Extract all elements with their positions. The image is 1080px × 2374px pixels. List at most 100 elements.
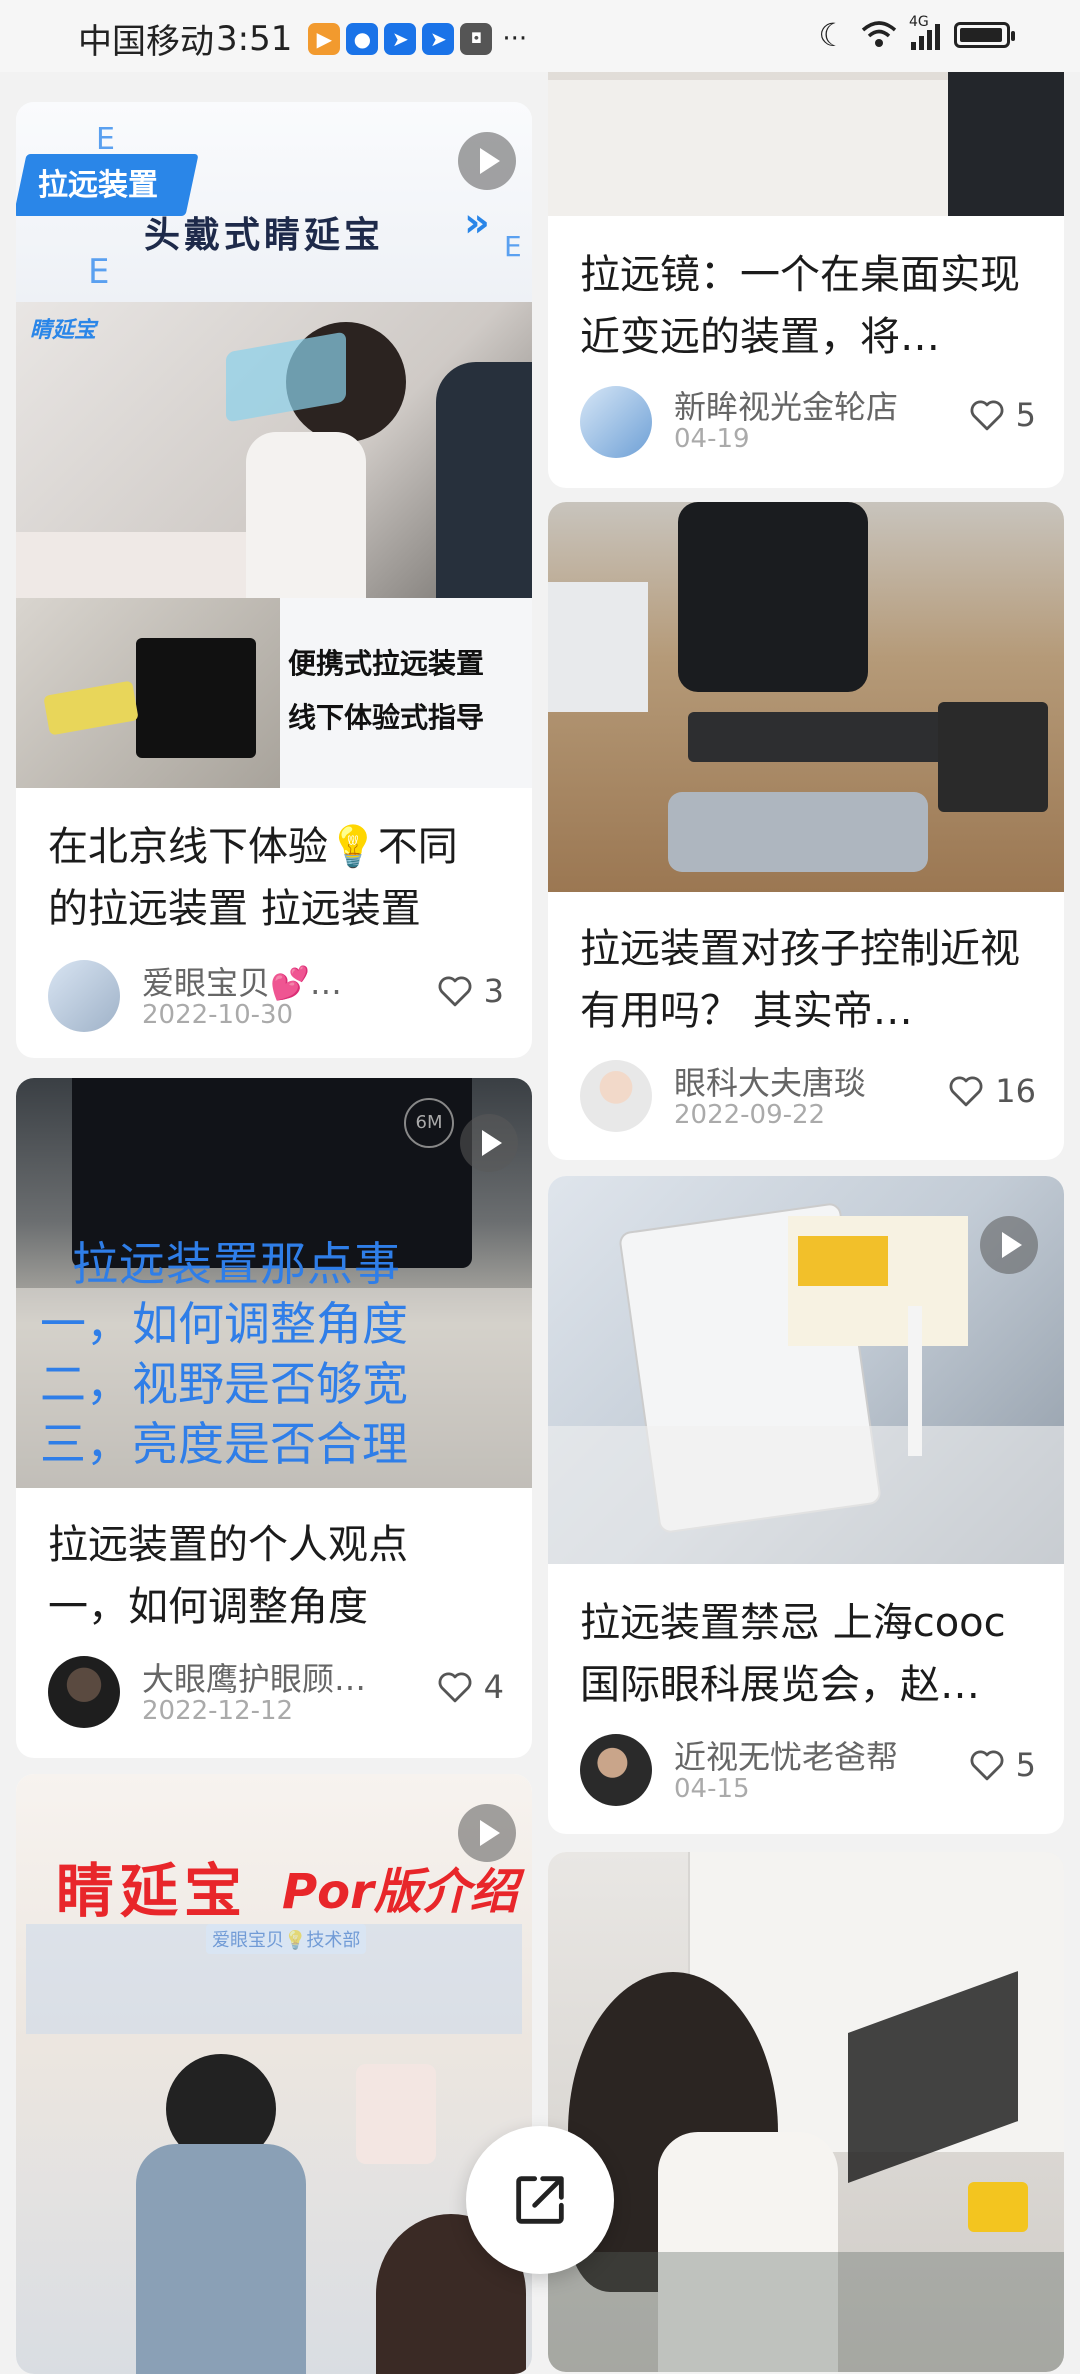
bulb-app-icon: ● <box>346 22 379 55</box>
logo-mark: 6M <box>404 1098 454 1148</box>
avatar[interactable] <box>48 1656 120 1728</box>
share-icon <box>516 2176 564 2224</box>
play-icon[interactable] <box>460 1114 518 1172</box>
feed-card[interactable]: 睛延宝 Por版介绍 爱眼宝贝💡技术部 <box>16 1774 532 2374</box>
speaker-shape <box>938 702 1048 812</box>
stand-pole <box>908 1306 922 1456</box>
banner-sub: Por版介绍 <box>282 1864 518 1920</box>
video-app-icon: ▶ <box>308 22 341 55</box>
feed-card[interactable]: 拉远装置对孩子控制近视有用吗？ 其实帝… 眼科大夫唐琰 2022-09-22 1… <box>548 502 1064 1160</box>
like-count: 16 <box>995 1072 1036 1110</box>
network-type: 4G <box>909 14 929 30</box>
heart-icon <box>970 1750 1004 1781</box>
notification-icons: ▶ ● ➤ ➤ ◘ <box>308 22 493 55</box>
caption-line-1: 便携式拉远装置 <box>288 647 485 680</box>
feed-card[interactable]: 拉远装置禁忌 上海cooc国际眼科展览会，赵… 近视无忧老爸帮 04-15 5 <box>548 1176 1064 1834</box>
chevron-right-icon: » <box>464 200 490 246</box>
card-title[interactable]: 在北京线下体验💡不同的拉远装置 拉远装置 <box>48 816 488 940</box>
status-bar: 中国移动 3:51 ▶ ● ➤ ➤ ◘ ··· ☾ 4G <box>0 0 1080 72</box>
photo-device-product <box>16 598 280 788</box>
author-name[interactable]: 爱眼宝贝💕… <box>142 958 342 1004</box>
desk-shape <box>548 2252 1064 2372</box>
like-count: 4 <box>483 1668 504 1706</box>
post-date: 04-15 <box>674 1774 750 1804</box>
table-shape <box>548 1426 1064 1564</box>
post-date: 04-19 <box>674 424 750 454</box>
play-icon[interactable] <box>458 1804 516 1862</box>
eye-model <box>356 2064 436 2164</box>
like-button[interactable]: 4 <box>436 1668 504 1706</box>
photo-child-with-device: 睛延宝 <box>16 302 532 598</box>
screen-shape <box>548 582 648 712</box>
info-panel <box>26 1924 522 2034</box>
banner-title: 头戴式睛延宝 <box>144 215 385 256</box>
share-button[interactable] <box>466 2126 614 2274</box>
product-item <box>43 680 139 736</box>
card-thumbnail <box>548 502 1064 892</box>
card-thumbnail: 睛延宝 Por版介绍 爱眼宝贝💡技术部 <box>16 1774 532 2374</box>
play-icon[interactable] <box>980 1216 1038 1274</box>
status-right: ☾ 4G <box>818 14 1015 54</box>
like-button[interactable]: 3 <box>436 972 504 1010</box>
decor-letter: E <box>96 122 115 157</box>
post-date: 2022-09-22 <box>674 1100 826 1130</box>
card-title[interactable]: 拉远装置对孩子控制近视有用吗？ 其实帝… <box>580 918 1020 1042</box>
caption-line-2: 线下体验式指导 <box>288 701 485 734</box>
banner-tag: 拉远装置 <box>38 168 158 203</box>
post-date: 2022-10-30 <box>142 1000 294 1030</box>
device-shape <box>678 502 868 692</box>
author-name[interactable]: 眼科大夫唐琰 <box>674 1058 866 1104</box>
card-thumbnail <box>548 1852 1064 2372</box>
table-shape <box>16 532 246 598</box>
banner-brand: 睛延宝 <box>56 1857 249 1925</box>
like-count: 3 <box>483 972 504 1010</box>
feed-card[interactable]: 拉远镜：一个在桌面实现近变远的装置，将… 新眸视光金轮店 04-19 5 <box>548 40 1064 488</box>
heart-icon <box>438 976 472 1007</box>
feed-card[interactable]: 拉远装置 头戴式睛延宝 » E E E 睛延宝 便携式拉远装置 线下体验式指导 … <box>16 102 532 1058</box>
like-button[interactable]: 5 <box>968 1746 1036 1784</box>
clock: 3:51 <box>216 18 293 59</box>
overlay-title: 拉远装置那点事 <box>72 1237 401 1291</box>
avatar[interactable] <box>580 386 652 458</box>
battery-icon <box>954 22 1015 48</box>
author-name[interactable]: 近视无忧老爸帮 <box>674 1732 898 1778</box>
avatar[interactable] <box>580 1060 652 1132</box>
like-count: 5 <box>1015 396 1036 434</box>
card-thumbnail <box>548 1176 1064 1564</box>
card-thumbnail: 6M 拉远装置那点事 一，如何调整角度 二，视野是否够宽 三，亮度是否合理 <box>16 1078 532 1488</box>
overlay-line-1: 一，如何调整角度 <box>40 1297 408 1351</box>
more-notifications-icon: ··· <box>502 23 528 54</box>
like-button[interactable]: 5 <box>968 396 1036 434</box>
heart-icon <box>970 400 1004 431</box>
keyboard-shape <box>688 712 958 762</box>
product-box <box>136 638 256 758</box>
card-title[interactable]: 拉远装置禁忌 上海cooc国际眼科展览会，赵… <box>580 1592 1020 1716</box>
keyboard-shape-2 <box>668 792 928 872</box>
heart-icon <box>949 1076 983 1107</box>
child-body <box>246 432 366 598</box>
brand-logo: 睛延宝 <box>30 318 97 343</box>
carrier-label: 中国移动 <box>78 22 214 62</box>
heart-icon <box>438 1672 472 1703</box>
post-date: 2022-12-12 <box>142 1696 294 1726</box>
yellow-item <box>798 1236 888 1286</box>
wifi-icon <box>861 21 897 47</box>
overlay-line-3: 三，亮度是否合理 <box>40 1417 408 1471</box>
avatar[interactable] <box>580 1734 652 1806</box>
moon-icon: ☾ <box>818 16 847 54</box>
card-title[interactable]: 拉远镜：一个在桌面实现近变远的装置，将… <box>580 244 1020 368</box>
play-icon[interactable] <box>458 132 516 190</box>
card-thumbnail: 拉远装置 头戴式睛延宝 » E E E 睛延宝 便携式拉远装置 线下体验式指导 <box>16 102 532 788</box>
avatar[interactable] <box>48 960 120 1032</box>
author-name[interactable]: 新眸视光金轮店 <box>674 382 898 428</box>
feed-card[interactable]: 6M 拉远装置那点事 一，如何调整角度 二，视野是否够宽 三，亮度是否合理 拉远… <box>16 1078 532 1758</box>
feed-card[interactable] <box>548 1852 1064 2372</box>
card-title[interactable]: 拉远装置的个人观点 一，如何调整角度 <box>48 1514 488 1638</box>
chair-shape <box>436 362 532 598</box>
yellow-item <box>968 2182 1028 2232</box>
decor-letter: E <box>504 230 522 263</box>
decor-letter: E <box>88 252 110 292</box>
like-button[interactable]: 16 <box>947 1072 1036 1110</box>
overlay-line-2: 二，视野是否够宽 <box>40 1357 408 1411</box>
author-name[interactable]: 大眼鹰护眼顾… <box>142 1654 366 1700</box>
